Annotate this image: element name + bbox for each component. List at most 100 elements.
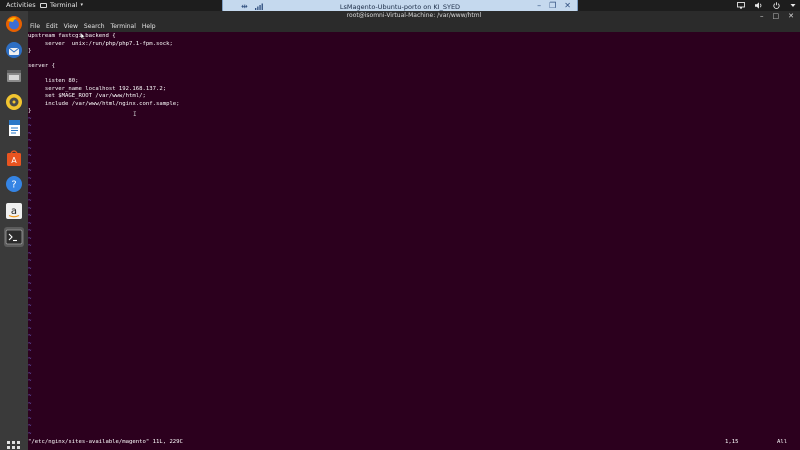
remote-session-title: LsMagento-Ubuntu-porto on KI_SYED xyxy=(339,3,461,11)
vim-empty-line-marker: ~ xyxy=(28,190,32,197)
svg-text:?: ? xyxy=(11,180,16,191)
power-icon[interactable] xyxy=(773,2,780,9)
menu-help[interactable]: Help xyxy=(142,21,156,32)
svg-text:a: a xyxy=(11,206,17,217)
text-cursor-icon: I xyxy=(133,111,137,118)
terminal-menubar: File Edit View Search Terminal Help xyxy=(28,21,800,32)
close-icon[interactable]: ✕ xyxy=(788,11,794,21)
vim-empty-line-marker: ~ xyxy=(28,363,32,369)
system-tray[interactable] xyxy=(737,0,796,11)
mouse-pointer-icon xyxy=(81,33,85,39)
vim-empty-line-marker: ~ xyxy=(28,430,32,437)
vim-empty-line-marker: ~ xyxy=(28,235,32,242)
vim-empty-line-marker: ~ xyxy=(28,250,32,257)
vim-empty-line-marker: ~ xyxy=(28,153,32,159)
vim-empty-line-marker: ~ xyxy=(28,175,32,182)
maximize-icon[interactable]: □ xyxy=(773,11,780,21)
amazon-icon[interactable]: a xyxy=(4,201,24,221)
vim-empty-line-marker: ~ xyxy=(28,228,32,234)
caret-down-icon: ▾ xyxy=(80,2,83,8)
menu-terminal[interactable]: Terminal xyxy=(111,21,136,32)
vim-empty-line-marker: ~ xyxy=(28,303,32,309)
code-line: server_name localhost 192.168.137.2; xyxy=(28,85,167,92)
menu-view[interactable]: View xyxy=(64,21,78,32)
vim-empty-line-marker: ~ xyxy=(28,355,32,362)
code-line: server unix:/run/php/php7.1-fpm.sock; xyxy=(28,40,173,47)
chevron-down-icon[interactable] xyxy=(790,3,796,8)
window-controls[interactable]: – □ ✕ xyxy=(760,11,794,21)
vim-empty-line-marker: ~ xyxy=(28,145,32,152)
terminal-body[interactable]: upstream fastcgi_backend { server unix:/… xyxy=(28,32,800,450)
app-menu[interactable]: Terminal ▾ xyxy=(40,0,83,11)
terminal-mini-icon xyxy=(40,3,47,8)
vim-empty-line-marker: ~ xyxy=(28,400,32,407)
vim-empty-line-marker: ~ xyxy=(28,198,32,204)
volume-icon[interactable] xyxy=(755,2,763,9)
rhythmbox-icon[interactable] xyxy=(4,92,24,112)
vim-empty-line-marker: ~ xyxy=(28,295,32,302)
help-icon[interactable]: ? xyxy=(4,174,24,194)
vim-empty-line-marker: ~ xyxy=(28,213,32,219)
vim-empty-line-marker: ~ xyxy=(28,408,32,414)
vim-empty-line-marker: ~ xyxy=(28,138,32,144)
thunderbird-icon[interactable] xyxy=(4,40,24,60)
menu-search[interactable]: Search xyxy=(84,21,105,32)
vim-empty-line-marker: ~ xyxy=(28,333,32,339)
firefox-icon[interactable] xyxy=(4,14,24,34)
activities-button[interactable]: Activities xyxy=(6,0,36,11)
vim-empty-line-marker: ~ xyxy=(28,423,32,429)
terminal-window-titlebar[interactable]: root@isomni-Virtual-Machine: /var/www/ht… xyxy=(28,11,800,21)
window-title: root@isomni-Virtual-Machine: /var/www/ht… xyxy=(346,12,482,19)
remote-window-controls[interactable]: – ❐ ✕ xyxy=(537,1,571,10)
minimize-icon[interactable]: – xyxy=(760,11,764,21)
vim-empty-line-marker: ~ xyxy=(28,115,32,122)
menu-edit[interactable]: Edit xyxy=(46,21,58,32)
code-line: upstream fastcgi_backend { xyxy=(28,33,116,39)
code-line: } xyxy=(28,48,32,54)
terminal-icon[interactable] xyxy=(4,227,24,247)
vim-empty-line-marker: ~ xyxy=(28,183,32,189)
vim-empty-line-marker: ~ xyxy=(28,130,32,137)
vim-empty-line-marker: ~ xyxy=(28,123,32,129)
vim-empty-line-marker: ~ xyxy=(28,220,32,227)
show-applications-icon[interactable] xyxy=(7,441,21,450)
vim-scroll-indicator: All xyxy=(777,439,788,445)
vim-status-file: "/etc/nginx/sites-available/magento" 11L… xyxy=(28,439,183,445)
code-line: include /var/www/html/nginx.conf.sample; xyxy=(28,100,180,107)
vim-cursor-position: 1,15 xyxy=(725,439,739,445)
vim-empty-line-marker: ~ xyxy=(28,205,32,212)
vim-empty-line-marker: ~ xyxy=(28,168,32,174)
vim-empty-line-marker: ~ xyxy=(28,243,32,249)
network-icon[interactable] xyxy=(737,2,745,9)
vim-empty-line-marker: ~ xyxy=(28,370,32,377)
code-line: server { xyxy=(28,63,55,69)
code-line: listen 80; xyxy=(28,78,79,84)
vim-empty-line-marker: ~ xyxy=(28,258,32,264)
vim-empty-line-marker: ~ xyxy=(28,393,32,399)
app-menu-label: Terminal xyxy=(50,1,78,9)
svg-text:A: A xyxy=(11,156,17,165)
vim-empty-line-marker: ~ xyxy=(28,265,32,272)
vim-empty-line-marker: ~ xyxy=(28,273,32,279)
code-line: set $MAGE_ROOT /var/www/html/; xyxy=(28,93,146,99)
close-icon[interactable]: ✕ xyxy=(564,1,571,10)
vim-empty-line-marker: ~ xyxy=(28,348,32,354)
ubuntu-software-icon[interactable]: A xyxy=(4,148,24,168)
minimize-icon[interactable]: – xyxy=(537,1,541,10)
vim-empty-line-marker: ~ xyxy=(28,310,32,317)
libreoffice-writer-icon[interactable] xyxy=(4,118,24,138)
vim-empty-line-marker: ~ xyxy=(28,318,32,324)
vim-empty-line-marker: ~ xyxy=(28,385,32,392)
vim-empty-line-marker: ~ xyxy=(28,378,32,384)
code-line: } xyxy=(28,108,32,114)
vim-empty-line-marker: ~ xyxy=(28,280,32,287)
files-icon[interactable] xyxy=(4,66,24,86)
vim-empty-line-marker: ~ xyxy=(28,325,32,332)
vim-empty-line-marker: ~ xyxy=(28,340,32,347)
restore-icon[interactable]: ❐ xyxy=(549,1,556,10)
vim-empty-line-marker: ~ xyxy=(28,160,32,167)
vim-empty-line-marker: ~ xyxy=(28,415,32,422)
ubuntu-dock: A ? a xyxy=(0,11,28,450)
vim-empty-line-marker: ~ xyxy=(28,288,32,294)
menu-file[interactable]: File xyxy=(30,21,40,32)
